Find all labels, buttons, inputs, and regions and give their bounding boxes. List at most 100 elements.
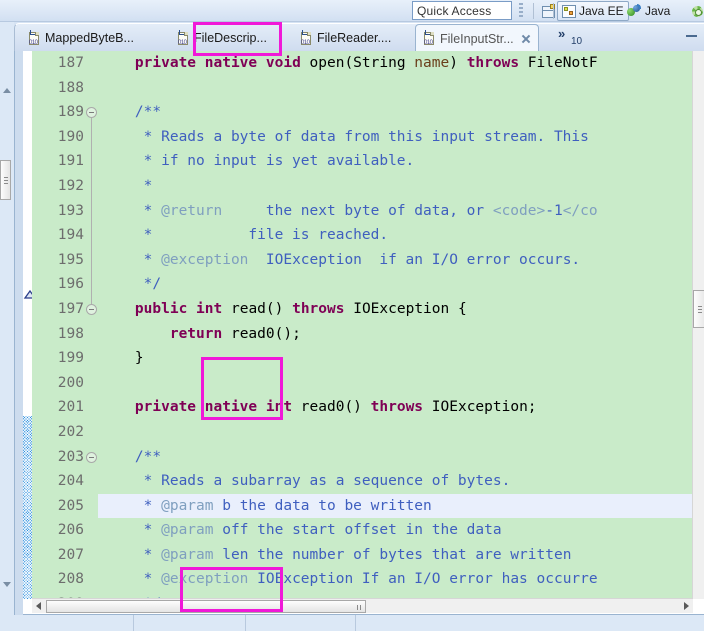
quick-access-input[interactable]: Quick Access — [412, 1, 512, 20]
code-text-area[interactable]: private native void open(String name) th… — [98, 51, 693, 599]
code-token: @param — [161, 497, 214, 514]
toolbar-separator-2 — [553, 3, 554, 19]
perspective-javaee-label: Java EE — [579, 4, 624, 18]
code-token: @exception — [161, 571, 249, 588]
perspective-javaee-button[interactable]: Java EE — [557, 1, 629, 21]
code-line-196[interactable]: */ — [98, 272, 693, 297]
code-line-207[interactable]: * @param len the number of bytes that ar… — [98, 543, 693, 568]
code-line-192[interactable]: * — [98, 174, 693, 199]
code-line-190[interactable]: * Reads a byte of data from this input s… — [98, 125, 693, 150]
code-token: name — [414, 55, 450, 71]
new-wizard-button[interactable] — [537, 1, 559, 21]
code-token: private — [134, 55, 197, 71]
editor-horizontal-scrollbar[interactable] — [32, 598, 693, 613]
line-number-205: 205 — [57, 497, 84, 514]
code-token: * Reads a byte of data from this input s… — [100, 128, 589, 145]
code-line-189[interactable]: /** — [98, 100, 693, 125]
editor-tab-label-0: MappedByteB... — [45, 31, 134, 45]
code-line-205[interactable]: * @param b the data to be written — [98, 493, 693, 519]
code-token: IOException { — [344, 300, 467, 317]
editor-tab-label-2: FileReader.... — [317, 31, 392, 45]
code-token: } — [100, 350, 144, 367]
fold-collapse-icon-189[interactable] — [86, 107, 97, 119]
close-icon[interactable] — [520, 33, 532, 45]
code-line-202[interactable] — [98, 420, 693, 445]
horizontal-scrollbar-thumb[interactable] — [46, 600, 366, 613]
editor-tab-3[interactable]: 010 FileInputStr... — [415, 24, 539, 52]
tab-overflow-button[interactable]: » 10 — [558, 26, 582, 47]
toolbar-separator — [533, 3, 534, 19]
main-toolbar: Quick Access Java EE Java — [0, 0, 704, 22]
fold-collapse-icon-197[interactable] — [86, 304, 97, 315]
code-token: * if no input is yet available. — [100, 153, 415, 170]
code-line-203[interactable]: /** — [98, 445, 693, 470]
line-number-192: 192 — [57, 177, 84, 194]
code-token: read() — [222, 300, 293, 317]
code-line-206[interactable]: * @param off the start offset in the dat… — [98, 518, 693, 543]
fold-collapse-icon-203[interactable] — [86, 451, 97, 463]
status-bar-separator-3 — [355, 615, 356, 631]
scroll-right-arrow-icon[interactable] — [684, 602, 689, 610]
perspective-java-button[interactable]: Java — [623, 1, 674, 21]
open-perspective-button[interactable] — [686, 1, 704, 21]
line-number-204: 204 — [57, 473, 84, 490]
code-token: /** — [100, 448, 162, 465]
code-line-201[interactable]: private native int read0() throws IOExce… — [98, 395, 693, 420]
line-number-191: 191 — [57, 153, 84, 170]
folding-ruler[interactable] — [86, 51, 98, 599]
perspective-icon — [562, 4, 576, 18]
minimize-icon[interactable] — [686, 34, 697, 37]
code-line-204[interactable]: * Reads a subarray as a sequence of byte… — [98, 469, 693, 494]
line-number-189: 189 — [57, 104, 84, 121]
code-token: */ — [100, 276, 162, 293]
code-line-200[interactable] — [98, 371, 693, 396]
tab-overflow-count: 10 — [571, 36, 583, 47]
chevrons-icon: » — [558, 26, 566, 41]
code-line-195[interactable]: * @exception IOException if an I/O error… — [98, 248, 693, 273]
change-ruler[interactable] — [23, 51, 32, 599]
code-line-193[interactable]: * @return the next byte of data, or <cod… — [98, 199, 693, 224]
editor-tab-2[interactable]: 010 FileReader.... — [293, 24, 397, 52]
code-line-208[interactable]: * @exception IOException If an I/O error… — [98, 567, 693, 592]
vertical-scrollbar-thumb[interactable] — [693, 290, 704, 328]
java-perspective-icon — [627, 4, 642, 18]
line-number-ruler: 187 188 189 190 191 192 193 194 195 196 197 198 199 2… — [32, 51, 86, 631]
code-token: @return — [161, 202, 223, 219]
left-view-scrollbar[interactable] — [0, 22, 14, 615]
code-line-197[interactable]: public int read() throws IOException { — [98, 297, 693, 322]
java-file-icon: 010 — [176, 29, 190, 46]
line-number-199: 199 — [57, 350, 84, 367]
code-line-188[interactable] — [98, 76, 693, 101]
line-number-195: 195 — [57, 251, 84, 268]
code-token: -1 — [545, 202, 563, 219]
code-line-199[interactable]: } — [98, 346, 693, 371]
scroll-up-arrow-icon[interactable] — [3, 88, 11, 93]
editor-vertical-scrollbar[interactable] — [692, 51, 704, 599]
line-number-194: 194 — [57, 227, 84, 244]
code-token: <code> — [492, 202, 546, 219]
line-number-200: 200 — [57, 374, 84, 391]
code-token: native — [196, 55, 266, 71]
editor-tab-1[interactable]: 010 FileDescrip... — [170, 24, 273, 52]
scroll-down-arrow-icon[interactable] — [3, 582, 11, 587]
line-number-201: 201 — [57, 399, 84, 416]
code-token: throws — [466, 55, 520, 71]
toolbar-drag-handle[interactable] — [519, 3, 523, 18]
code-token: native — [196, 399, 266, 416]
code-token: * — [100, 571, 162, 588]
status-bar-separator-1 — [133, 615, 134, 631]
scroll-left-arrow-icon[interactable] — [36, 602, 41, 610]
editor-tab-label-1: FileDescrip... — [194, 31, 267, 45]
code-token: * — [100, 251, 162, 268]
code-line-194[interactable]: * file is reached. — [98, 223, 693, 248]
code-line-191[interactable]: * if no input is yet available. — [98, 149, 693, 174]
code-token: FileNotF — [519, 55, 598, 71]
code-token: throws — [292, 300, 345, 317]
editor-tab-0[interactable]: 010 MappedByteB... — [21, 24, 140, 52]
left-scrollbar-thumb[interactable] — [0, 160, 11, 200]
code-line-187[interactable]: private native void open(String name) th… — [98, 51, 693, 76]
code-line-198[interactable]: return read0(); — [98, 322, 693, 347]
code-token: * — [100, 522, 162, 539]
